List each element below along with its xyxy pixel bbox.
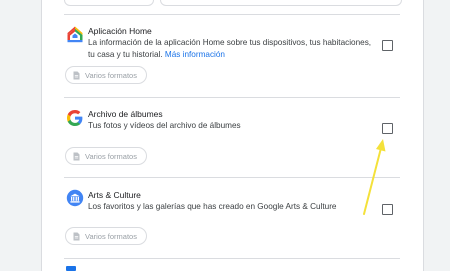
item-title: Arts & Culture	[88, 190, 141, 200]
products-card: Aplicación Home La información de la apl…	[41, 0, 424, 271]
previous-format-button[interactable]	[160, 0, 402, 6]
item-description: Los favoritos y las galerías que has cre…	[88, 202, 337, 211]
item-description: Tus fotos y vídeos del archivo de álbume…	[88, 121, 241, 130]
divider	[64, 14, 400, 15]
document-icon	[73, 71, 80, 79]
format-chip[interactable]: Varios formatos	[65, 227, 147, 245]
format-chip[interactable]: Varios formatos	[65, 147, 147, 165]
more-info-link[interactable]: Más información	[165, 50, 225, 59]
document-icon	[73, 152, 80, 160]
google-g-icon	[67, 110, 83, 126]
item-description-text: La información de la aplicación Home sob…	[88, 38, 372, 59]
include-checkbox[interactable]	[382, 40, 393, 51]
include-checkbox[interactable]	[382, 204, 393, 215]
divider	[64, 177, 400, 178]
divider	[64, 97, 400, 98]
item-description: La información de la aplicación Home sob…	[88, 37, 373, 60]
include-checkbox[interactable]	[382, 123, 393, 134]
previous-format-chip[interactable]	[64, 0, 154, 6]
previous-item-footer	[42, 0, 423, 14]
item-title: Archivo de álbumes	[88, 109, 163, 119]
google-home-icon	[67, 26, 83, 43]
format-chip-label: Varios formatos	[85, 231, 137, 241]
item-title: Aplicación Home	[88, 26, 152, 36]
format-chip[interactable]: Varios formatos	[65, 66, 147, 84]
page-background-right	[424, 0, 450, 271]
format-chip-label: Varios formatos	[85, 70, 137, 80]
arts-culture-icon	[66, 189, 84, 207]
document-icon	[73, 232, 80, 240]
page-background-left	[0, 0, 41, 271]
next-item-icon	[66, 266, 76, 271]
format-chip-label: Varios formatos	[85, 151, 137, 161]
divider	[64, 258, 400, 259]
